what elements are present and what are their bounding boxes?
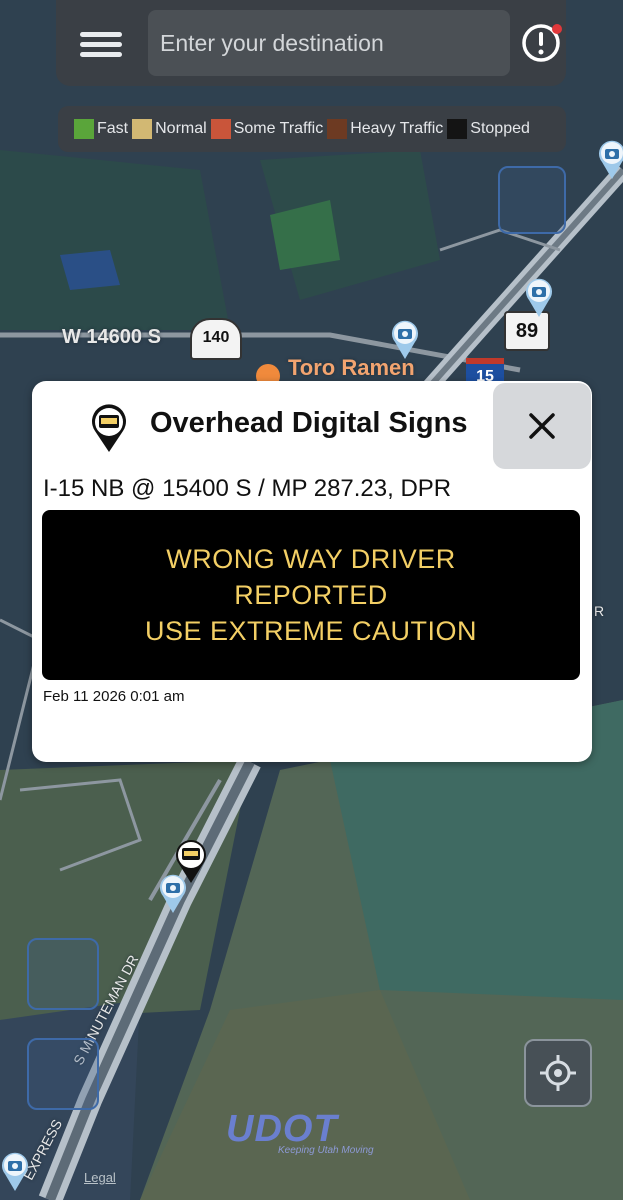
sign-popup: Overhead Digital Signs I-15 NB @ 15400 S… bbox=[32, 381, 592, 762]
search-input[interactable]: Enter your destination bbox=[148, 10, 510, 76]
layers-button[interactable] bbox=[498, 166, 566, 234]
legend-item-fast: Fast bbox=[74, 119, 128, 139]
traffic-legend: Fast Normal Some Traffic Heavy Traffic S… bbox=[58, 106, 566, 152]
sign-location: I-15 NB @ 15400 S / MP 287.23, DPR bbox=[43, 475, 452, 502]
map-edge-label: R bbox=[594, 603, 605, 619]
sign-message-line: USE EXTREME CAUTION bbox=[144, 616, 478, 646]
sign-message-line: WRONG WAY DRIVER bbox=[166, 544, 456, 574]
legal-link[interactable]: Legal bbox=[84, 1170, 116, 1185]
legend-item-normal: Normal bbox=[132, 119, 207, 139]
legend-item-some-traffic: Some Traffic bbox=[210, 119, 323, 139]
map-tool-button[interactable] bbox=[27, 1038, 99, 1110]
alerts-button[interactable] bbox=[516, 10, 566, 76]
legend-item-heavy-traffic: Heavy Traffic bbox=[327, 119, 443, 139]
close-button[interactable] bbox=[493, 383, 591, 469]
steering-wheel-button[interactable] bbox=[27, 938, 99, 1010]
popup-title: Overhead Digital Signs bbox=[150, 407, 468, 439]
camera-icon[interactable] bbox=[0, 1150, 30, 1192]
sign-marker-icon bbox=[92, 404, 126, 452]
sign-message-line: REPORTED bbox=[234, 580, 388, 610]
camera-icon[interactable] bbox=[524, 276, 554, 318]
legend-item-stopped: Stopped bbox=[447, 119, 530, 139]
alert-icon bbox=[522, 24, 562, 62]
sign-marker-icon[interactable] bbox=[174, 838, 208, 884]
crosshair-icon bbox=[540, 1055, 576, 1091]
camera-icon[interactable] bbox=[390, 318, 420, 360]
camera-icon[interactable] bbox=[597, 138, 623, 180]
menu-button[interactable] bbox=[58, 4, 144, 84]
close-icon bbox=[529, 413, 555, 439]
route-140-shield[interactable]: 140 bbox=[190, 318, 242, 360]
udot-logo: UDOT Keeping Utah Moving bbox=[226, 1108, 374, 1156]
sign-timestamp: Feb 11 2026 0:01 am bbox=[43, 688, 185, 705]
locate-button[interactable] bbox=[524, 1039, 592, 1107]
hamburger-icon bbox=[80, 27, 122, 62]
street-label: W 14600 S bbox=[62, 326, 161, 348]
sign-message-board: WRONG WAY DRIVER REPORTED USE EXTREME CA… bbox=[42, 510, 580, 680]
